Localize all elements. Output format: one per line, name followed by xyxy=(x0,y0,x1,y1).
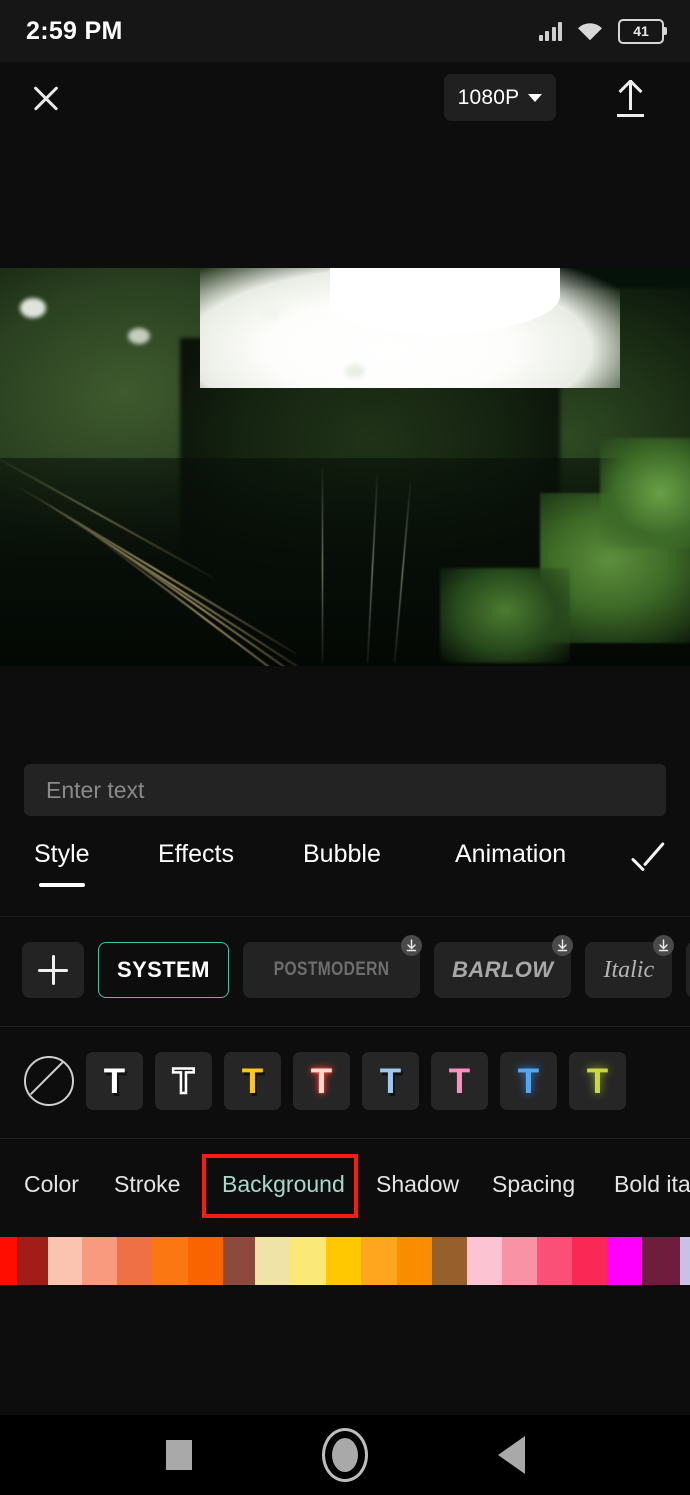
status-clock: 2:59 PM xyxy=(26,16,123,45)
color-swatch[interactable] xyxy=(223,1237,255,1285)
video-preview[interactable]: Enter text xyxy=(0,268,690,666)
preset-blue-glow[interactable]: T xyxy=(500,1052,557,1110)
color-swatch[interactable] xyxy=(432,1237,467,1285)
tab-effects-label: Effects xyxy=(158,840,234,868)
text-input[interactable] xyxy=(46,776,644,804)
tab-style-label: Style xyxy=(34,840,90,868)
color-swatch[interactable] xyxy=(606,1237,643,1285)
color-swatch[interactable] xyxy=(0,1237,18,1285)
preset-glyph: T xyxy=(103,1061,126,1101)
preset-yellow[interactable]: T xyxy=(224,1052,281,1110)
preset-glyph: T xyxy=(310,1061,333,1101)
preset-outline[interactable]: T xyxy=(155,1052,212,1110)
preset-glyph: T xyxy=(379,1061,402,1101)
divider-tabs xyxy=(0,916,690,917)
divider-fonts xyxy=(0,1026,690,1027)
color-swatch[interactable] xyxy=(152,1237,188,1285)
color-swatch[interactable] xyxy=(502,1237,537,1285)
color-swatch[interactable] xyxy=(680,1237,690,1285)
color-swatch[interactable] xyxy=(254,1237,291,1285)
tab-style[interactable]: Style xyxy=(34,840,90,887)
color-swatch[interactable] xyxy=(325,1237,362,1285)
preset-glyph: T xyxy=(517,1061,540,1101)
preset-glyph: T xyxy=(448,1061,471,1101)
status-icon-group: 41 xyxy=(538,18,667,44)
font-item-type[interactable]: TYPE xyxy=(686,942,690,998)
color-swatch[interactable] xyxy=(361,1237,397,1285)
preset-white[interactable]: T xyxy=(86,1052,143,1110)
color-swatch[interactable] xyxy=(116,1237,153,1285)
tab-animation[interactable]: Animation xyxy=(455,840,566,869)
font-item-barlow[interactable]: BARLOW xyxy=(434,935,574,998)
wifi-icon xyxy=(577,21,603,41)
text-editor-panel: Style Effects Bubble Animation SYSTEM PO… xyxy=(0,740,690,1415)
font-label: BARLOW xyxy=(452,957,554,982)
preset-yellow-green-glow[interactable]: T xyxy=(569,1052,626,1110)
export-upload-icon[interactable] xyxy=(610,76,650,120)
subtab-bold-italic[interactable]: Bold ital xyxy=(614,1171,690,1198)
download-icon xyxy=(653,935,675,956)
signal-icon xyxy=(538,21,562,41)
font-item-postmodern[interactable]: POSTMODERN xyxy=(242,935,423,998)
color-swatch[interactable] xyxy=(536,1237,573,1285)
divider-presets xyxy=(0,1138,690,1139)
resolution-selector[interactable]: 1080P xyxy=(444,74,556,121)
square-recents-icon[interactable] xyxy=(165,1440,192,1470)
subtab-background[interactable]: Background xyxy=(222,1171,345,1198)
subtab-shadow[interactable]: Shadow xyxy=(376,1171,459,1198)
preset-glyph: T xyxy=(586,1061,609,1101)
subtab-spacing[interactable]: Spacing xyxy=(492,1171,575,1198)
color-swatch[interactable] xyxy=(187,1237,224,1285)
color-swatch[interactable] xyxy=(396,1237,433,1285)
preset-glyph: T xyxy=(241,1061,264,1101)
resolution-label: 1080P xyxy=(457,85,520,109)
font-item-system[interactable]: SYSTEM xyxy=(98,942,229,998)
subtab-stroke[interactable]: Stroke xyxy=(114,1171,180,1198)
no-style-icon[interactable] xyxy=(24,1056,74,1106)
tab-active-underline xyxy=(38,883,85,887)
tab-effects[interactable]: Effects xyxy=(158,840,234,869)
color-swatch[interactable] xyxy=(642,1237,681,1285)
video-editor-screen: 2:59 PM 41 1080P Enter text Style Effect… xyxy=(0,0,690,1495)
preset-pink[interactable]: T xyxy=(431,1052,488,1110)
font-label: POSTMODERN xyxy=(273,959,390,980)
battery-level: 41 xyxy=(633,23,649,39)
add-font-button[interactable] xyxy=(22,942,84,998)
preset-red-glow[interactable]: T xyxy=(293,1052,350,1110)
tab-bubble-label: Bubble xyxy=(303,840,381,868)
color-swatch[interactable] xyxy=(466,1237,503,1285)
color-swatch[interactable] xyxy=(290,1237,326,1285)
download-icon xyxy=(401,935,423,956)
tab-animation-label: Animation xyxy=(455,840,567,868)
android-nav-bar xyxy=(0,1415,690,1495)
preset-light-blue[interactable]: T xyxy=(362,1052,419,1110)
triangle-back-icon[interactable] xyxy=(497,1436,525,1474)
tab-bubble[interactable]: Bubble xyxy=(303,840,381,869)
battery-icon: 41 xyxy=(618,18,667,44)
color-swatch-strip[interactable] xyxy=(0,1237,690,1285)
text-input-row[interactable] xyxy=(24,764,666,816)
style-sub-tabs: Color Stroke Background Shadow Spacing B… xyxy=(0,1155,690,1217)
font-label: SYSTEM xyxy=(117,957,210,982)
subtab-color[interactable]: Color xyxy=(24,1171,79,1198)
color-swatch[interactable] xyxy=(47,1237,83,1285)
chevron-down-icon xyxy=(528,93,543,102)
color-swatch[interactable] xyxy=(572,1237,607,1285)
download-icon xyxy=(552,935,574,956)
color-swatch[interactable] xyxy=(82,1237,117,1285)
video-frame xyxy=(0,268,690,666)
circle-home-icon[interactable] xyxy=(321,1428,368,1482)
checkmark-icon[interactable] xyxy=(630,843,672,877)
font-label: Italic xyxy=(603,956,655,983)
text-style-preset-list[interactable]: T T T T T T T T xyxy=(0,1038,690,1124)
top-toolbar: 1080P xyxy=(0,62,690,136)
close-icon[interactable] xyxy=(26,78,66,118)
font-item-italic[interactable]: Italic xyxy=(585,935,675,998)
font-list[interactable]: SYSTEM POSTMODERN BARLOW Italic xyxy=(0,926,690,1014)
status-bar: 2:59 PM 41 xyxy=(0,0,690,62)
color-swatch[interactable] xyxy=(17,1237,48,1285)
preset-glyph: T xyxy=(172,1061,196,1101)
editor-tabs: Style Effects Bubble Animation xyxy=(0,840,690,902)
